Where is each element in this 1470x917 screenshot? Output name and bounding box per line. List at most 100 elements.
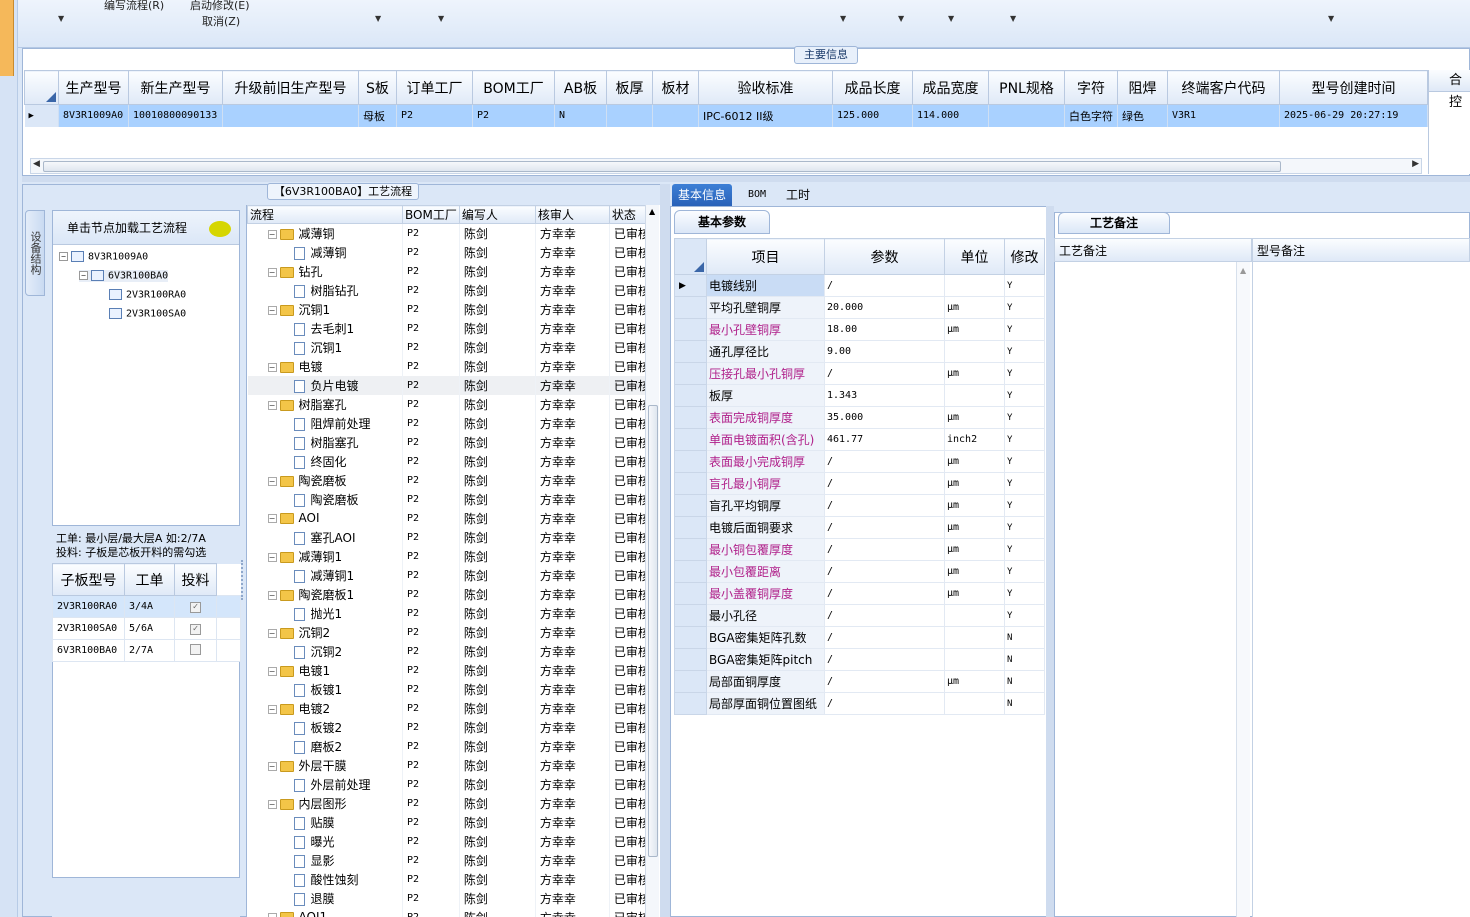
main-col-header[interactable]: BOM工厂 [472, 70, 555, 105]
col-bom-factory[interactable]: BOM工厂 [402, 205, 460, 224]
main-cell[interactable]: 绿色 [1117, 104, 1168, 127]
flow-row[interactable]: − 树脂塞孔 P2 陈剑 方幸幸 已审核 [247, 394, 651, 414]
main-cell[interactable]: 114.000 [912, 104, 989, 127]
vertical-splitter[interactable] [1046, 206, 1054, 917]
main-col-header[interactable]: 板材 [652, 70, 699, 105]
param-value[interactable]: / [824, 670, 945, 693]
dropdown-arrow-icon[interactable]: ▼ [438, 14, 444, 23]
collapse-toggle-icon[interactable]: − [267, 913, 277, 917]
flow-row[interactable]: 磨板2 P2 陈剑 方幸幸 已审核 [247, 736, 651, 756]
main-cell[interactable]: 125.000 [832, 104, 913, 127]
main-col-header[interactable]: AB板 [554, 70, 607, 105]
flow-row[interactable]: 终固化 P2 陈剑 方幸幸 已审核 [247, 451, 651, 471]
cancel-button[interactable]: 取消(Z) [202, 13, 240, 29]
param-row[interactable]: 电镀后面铜要求 / μm Y [674, 516, 1045, 539]
param-value[interactable]: / [824, 692, 945, 715]
collapse-toggle-icon[interactable]: − [267, 552, 277, 562]
flow-vertical-scrollbar[interactable]: ▲ [645, 205, 659, 917]
flow-row[interactable]: 贴膜 P2 陈剑 方幸幸 已审核 [247, 812, 651, 832]
param-row[interactable]: ▶ 电镀线别 / Y [674, 274, 1045, 297]
flow-row[interactable]: 负片电镀 P2 陈剑 方幸幸 已审核 [247, 375, 651, 395]
flow-row[interactable]: − 内层图形 P2 陈剑 方幸幸 已审核 [247, 793, 651, 813]
flow-row[interactable]: 板镀2 P2 陈剑 方幸幸 已审核 [247, 717, 651, 737]
main-cell[interactable]: IPC-6012 II级 [698, 104, 833, 127]
param-value[interactable]: 9.00 [824, 340, 945, 363]
main-cell[interactable]: 白色字符 [1064, 104, 1118, 127]
flow-row[interactable]: 退膜 P2 陈剑 方幸幸 已审核 [247, 888, 651, 908]
main-cell[interactable]: P2 [472, 104, 555, 127]
main-col-header[interactable]: 升级前旧生产型号 [222, 70, 359, 105]
dropdown-arrow-icon[interactable]: ▼ [1328, 14, 1334, 23]
main-cell[interactable]: 2025-06-29 20:27:19 [1279, 104, 1428, 127]
param-value[interactable]: / [824, 538, 945, 561]
flow-row[interactable]: − 减薄铜 P2 陈剑 方幸幸 已审核 [247, 223, 651, 243]
param-row[interactable]: 最小孔壁铜厚 18.00 μm Y [674, 318, 1045, 341]
col-param[interactable]: 参数 [824, 238, 945, 275]
main-col-header[interactable]: 字符 [1064, 70, 1118, 105]
flow-row[interactable]: 减薄铜 P2 陈剑 方幸幸 已审核 [247, 242, 651, 262]
param-value[interactable]: 18.00 [824, 318, 945, 341]
main-cell[interactable] [222, 104, 359, 127]
flow-row[interactable]: − 减薄铜1 P2 陈剑 方幸幸 已审核 [247, 546, 651, 566]
flow-row[interactable]: 去毛刺1 P2 陈剑 方幸幸 已审核 [247, 318, 651, 338]
main-col-header[interactable]: PNL规格 [988, 70, 1065, 105]
param-row[interactable]: 盲孔最小铜厚 / μm Y [674, 472, 1045, 495]
dropdown-arrow-icon[interactable]: ▼ [58, 14, 64, 23]
param-value[interactable]: / [824, 516, 945, 539]
main-col-header[interactable]: 成品宽度 [912, 70, 989, 105]
collapse-toggle-icon[interactable]: − [267, 514, 277, 523]
param-value[interactable]: / [824, 626, 945, 649]
param-value[interactable]: / [824, 560, 945, 583]
collapse-toggle-icon[interactable]: − [267, 761, 277, 771]
param-row[interactable]: 通孔厚径比 9.00 Y [674, 340, 1045, 363]
main-cell[interactable] [606, 104, 653, 127]
main-col-header[interactable]: 板厚 [606, 70, 653, 105]
param-row[interactable]: 最小孔径 / Y [674, 604, 1045, 627]
dropdown-arrow-icon[interactable]: ▼ [375, 14, 381, 23]
flow-row[interactable]: − 电镀1 P2 陈剑 方幸幸 已审核 [247, 660, 651, 680]
collapse-toggle-icon[interactable]: − [267, 799, 277, 809]
param-row[interactable]: 最小盖覆铜厚度 / μm Y [674, 582, 1045, 605]
main-col-header[interactable]: S板 [358, 70, 397, 105]
collapse-toggle-icon[interactable]: − [267, 267, 277, 277]
main-cell[interactable]: N [554, 104, 607, 127]
dropdown-arrow-icon[interactable]: ▼ [898, 14, 904, 23]
collapse-toggle-icon[interactable]: − [267, 305, 277, 315]
feed-checkbox[interactable] [190, 643, 201, 655]
flow-row[interactable]: 陶瓷磨板 P2 陈剑 方幸幸 已审核 [247, 489, 651, 509]
flow-row[interactable]: − 陶瓷磨板 P2 陈剑 方幸幸 已审核 [247, 470, 651, 490]
flow-row[interactable]: 酸性蚀刻 P2 陈剑 方幸幸 已审核 [247, 869, 651, 889]
flow-row[interactable]: 树脂塞孔 P2 陈剑 方幸幸 已审核 [247, 432, 651, 452]
flow-row[interactable]: − 电镀2 P2 陈剑 方幸幸 已审核 [247, 698, 651, 718]
collapse-toggle-icon[interactable]: − [267, 590, 277, 600]
param-row[interactable]: 局部厚面铜位置图纸 / N [674, 692, 1045, 715]
main-cell[interactable]: V3R1 [1167, 104, 1280, 127]
horizontal-splitter[interactable] [22, 176, 1470, 182]
param-row[interactable]: BGA密集矩阵pitch / N [674, 648, 1045, 671]
collapse-toggle-icon[interactable]: − [267, 666, 277, 676]
main-col-header[interactable]: 生产型号 [58, 70, 129, 105]
flow-row[interactable]: −AOI1P2陈剑方幸幸已审核 [247, 907, 651, 917]
main-horizontal-scrollbar[interactable]: ◀ ▶ [30, 158, 1422, 174]
flow-row[interactable]: 沉铜1 P2 陈剑 方幸幸 已审核 [247, 337, 651, 357]
flow-row[interactable]: 阻焊前处理 P2 陈剑 方幸幸 已审核 [247, 413, 651, 433]
flow-row[interactable]: − 钻孔 P2 陈剑 方幸幸 已审核 [247, 261, 651, 281]
collapse-toggle-icon[interactable]: − [267, 362, 277, 372]
main-col-header[interactable]: 阻焊 [1117, 70, 1168, 105]
remarks-scrollbar[interactable]: ▲ [1236, 262, 1250, 917]
flow-row[interactable]: − 沉铜1 P2 陈剑 方幸幸 已审核 [247, 299, 651, 319]
param-value[interactable]: / [824, 648, 945, 671]
main-cell[interactable] [988, 104, 1065, 127]
flow-row[interactable]: 树脂钻孔 P2 陈剑 方幸幸 已审核 [247, 280, 651, 300]
tree-node[interactable]: 2V3R100RA0 [109, 289, 186, 301]
dropdown-arrow-icon[interactable]: ▼ [1010, 14, 1016, 23]
main-cell[interactable] [652, 104, 699, 127]
table-row[interactable]: 2V3R100RA0 3/4A ✓ [52, 595, 241, 618]
param-value[interactable]: / [824, 472, 945, 495]
param-value[interactable]: / [824, 604, 945, 627]
flow-row[interactable]: 抛光1 P2 陈剑 方幸幸 已审核 [247, 603, 651, 623]
param-row[interactable]: 表面完成铜厚度 35.000 μm Y [674, 406, 1045, 429]
splitter-grip[interactable] [241, 560, 245, 600]
main-col-header[interactable]: 验收标准 [698, 70, 833, 105]
tree-node[interactable]: 2V3R100SA0 [109, 308, 186, 320]
